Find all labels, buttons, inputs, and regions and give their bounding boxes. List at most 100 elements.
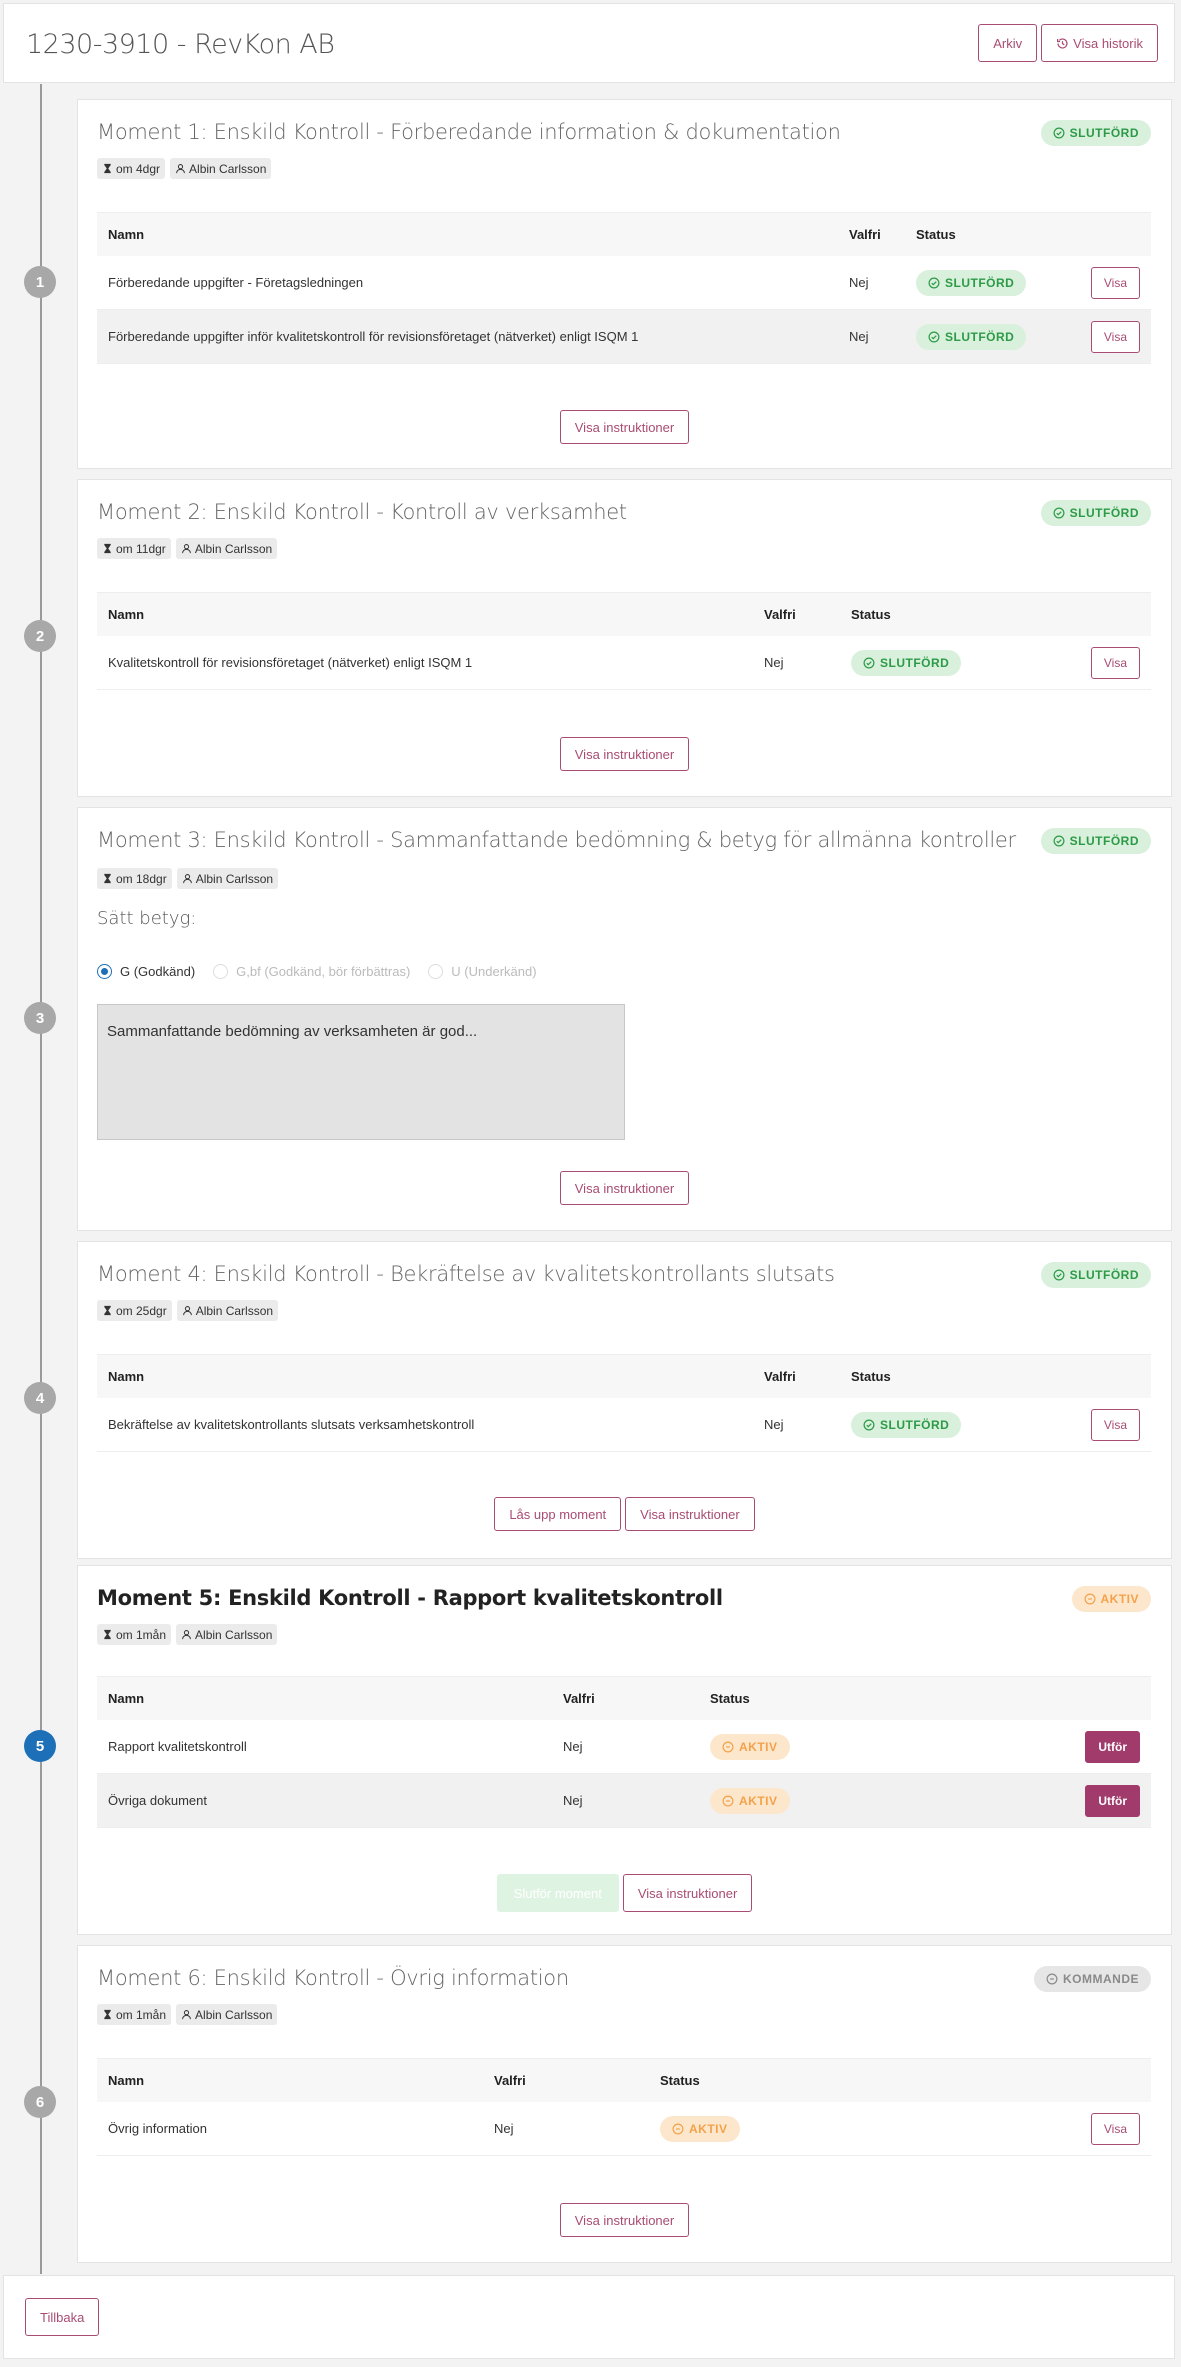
moment-title: Moment 5: Enskild Kontroll - Rapport kva…	[97, 1586, 723, 1610]
assignee-chip: Albin Carlsson	[176, 1624, 278, 1645]
status-badge: SLUTFÖRD	[851, 649, 962, 676]
moment-title: Moment 3: Enskild Kontroll - Sammanfatta…	[97, 828, 1016, 852]
assignee-chip: Albin Carlsson	[175, 538, 278, 559]
unlock-moment-button[interactable]: Lås upp moment	[494, 1497, 622, 1531]
check-circle-icon	[863, 1419, 875, 1430]
status-badge: KOMMANDE	[1034, 1966, 1151, 1992]
moment-title: Moment 1: Enskild Kontroll - Förberedand…	[97, 120, 841, 144]
hourglass-icon	[104, 1305, 111, 1316]
view-button[interactable]: Visa	[1090, 266, 1140, 299]
check-circle-icon	[863, 657, 875, 668]
hourglass-icon	[104, 1629, 111, 1640]
finish-moment-button[interactable]: Slutför moment	[496, 1874, 619, 1912]
due-chip: om 11dgr	[97, 538, 171, 559]
show-instructions-button[interactable]: Visa instruktioner	[559, 2203, 690, 2237]
user-icon	[176, 164, 185, 174]
user-icon	[182, 1630, 191, 1640]
check-circle-icon	[1053, 835, 1065, 847]
due-chip: om 1mån	[97, 1624, 172, 1645]
table-row: Förberedande uppgifter inför kvalitetsko…	[97, 310, 1151, 364]
table-row: Förberedande uppgifter - Företagsledning…	[97, 256, 1151, 310]
table-row: Kvalitetskontroll för revisionsföretaget…	[97, 636, 1151, 690]
view-button[interactable]: Visa	[1090, 646, 1140, 679]
due-chip: om 18dgr	[97, 868, 172, 889]
hourglass-icon	[104, 873, 111, 884]
moment-title: Moment 2: Enskild Kontroll - Kontroll av…	[97, 500, 627, 524]
assignee-chip: Albin Carlsson	[176, 2004, 278, 2025]
page-title: 1230-3910 - RevKon AB	[26, 29, 335, 60]
view-button[interactable]: Visa	[1090, 320, 1140, 353]
grade-radio-group: G (Godkänd) G,bf (Godkänd, bör förbättra…	[97, 964, 537, 979]
moment-title: Moment 6: Enskild Kontroll - Övrig infor…	[97, 1966, 569, 1990]
grade-option-gbf[interactable]: G,bf (Godkänd, bör förbättras)	[213, 964, 410, 979]
timeline-node-5: 5	[24, 1730, 56, 1762]
view-button[interactable]: Visa	[1090, 2112, 1140, 2145]
view-button[interactable]: Visa	[1090, 1408, 1140, 1441]
clock-icon	[1084, 1593, 1095, 1605]
table-header: Namn Valfri Status	[97, 592, 1151, 636]
moment-card-5: Moment 5: Enskild Kontroll - Rapport kva…	[77, 1565, 1172, 1935]
hourglass-icon	[104, 543, 111, 554]
items-table: Namn Valfri Status Rapport kvalitetskont…	[97, 1676, 1151, 1828]
status-badge: SLUTFÖRD	[916, 323, 1027, 350]
page-footer: Tillbaka	[3, 2275, 1175, 2359]
clock-icon	[1046, 1973, 1058, 1985]
check-circle-icon	[1053, 127, 1065, 139]
status-badge: AKTIV	[660, 2115, 740, 2142]
check-circle-icon	[928, 331, 940, 342]
items-table: Namn Valfri Status Kvalitetskontroll för…	[97, 592, 1151, 690]
assessment-textarea[interactable]: Sammanfattande bedömning av verksamheten…	[97, 1004, 625, 1140]
show-instructions-button[interactable]: Visa instruktioner	[622, 1874, 753, 1912]
moment-card-1: Moment 1: Enskild Kontroll - Förberedand…	[77, 99, 1172, 469]
user-icon	[182, 2010, 191, 2020]
timeline-node-1: 1	[24, 266, 56, 298]
show-instructions-button[interactable]: Visa instruktioner	[625, 1497, 755, 1531]
grade-option-u[interactable]: U (Underkänd)	[428, 964, 537, 979]
history-button-label: Visa historik	[1073, 35, 1143, 51]
archive-button[interactable]: Arkiv	[978, 24, 1038, 62]
timeline-node-4: 4	[24, 1382, 56, 1414]
table-header: Namn Valfri Status	[97, 212, 1151, 256]
status-badge: SLUTFÖRD	[1040, 1262, 1151, 1288]
show-instructions-button[interactable]: Visa instruktioner	[559, 410, 690, 444]
status-badge: SLUTFÖRD	[1040, 500, 1151, 526]
timeline-line	[40, 84, 42, 2274]
moment-card-2: Moment 2: Enskild Kontroll - Kontroll av…	[77, 479, 1172, 797]
radio-dot	[213, 964, 229, 979]
assignee-chip: Albin Carlsson	[176, 1300, 279, 1321]
back-button[interactable]: Tillbaka	[25, 2298, 100, 2336]
status-badge: AKTIV	[710, 1787, 790, 1814]
due-chip: om 25dgr	[97, 1300, 172, 1321]
moment-card-4: Moment 4: Enskild Kontroll - Bekräftelse…	[77, 1241, 1172, 1559]
clock-icon	[722, 1795, 734, 1806]
check-circle-icon	[1053, 507, 1065, 519]
assignee-chip: Albin Carlsson	[176, 868, 279, 889]
grade-option-g[interactable]: G (Godkänd)	[97, 964, 195, 979]
items-table: Namn Valfri Status Förberedande uppgifte…	[97, 212, 1151, 364]
due-chip: om 4dgr	[97, 158, 166, 179]
status-badge: SLUTFÖRD	[916, 269, 1027, 296]
status-badge: AKTIV	[710, 1733, 790, 1760]
history-button[interactable]: Visa historik	[1041, 24, 1158, 62]
user-icon	[182, 874, 192, 884]
table-header: Namn Valfri Status	[97, 1676, 1151, 1720]
execute-button[interactable]: Utför	[1085, 1784, 1140, 1817]
status-badge: AKTIV	[1071, 1586, 1151, 1612]
radio-dot	[428, 964, 444, 979]
page-header: 1230-3910 - RevKon AB Arkiv Visa histori…	[3, 3, 1175, 83]
status-badge: SLUTFÖRD	[851, 1411, 962, 1438]
user-icon	[182, 1306, 192, 1316]
show-instructions-button[interactable]: Visa instruktioner	[559, 1171, 690, 1205]
show-instructions-button[interactable]: Visa instruktioner	[559, 737, 690, 771]
status-badge: SLUTFÖRD	[1040, 120, 1151, 146]
radio-dot	[97, 964, 112, 979]
user-icon	[181, 544, 191, 554]
check-circle-icon	[1053, 1269, 1065, 1281]
hourglass-icon	[104, 2009, 111, 2020]
timeline-node-3: 3	[24, 1002, 56, 1034]
moment-title: Moment 4: Enskild Kontroll - Bekräftelse…	[97, 1262, 835, 1286]
table-row: Bekräftelse av kvalitetskontrollants slu…	[97, 1398, 1151, 1452]
items-table: Namn Valfri Status Bekräftelse av kvalit…	[97, 1354, 1151, 1452]
execute-button[interactable]: Utför	[1085, 1730, 1140, 1763]
clock-icon	[722, 1741, 734, 1752]
